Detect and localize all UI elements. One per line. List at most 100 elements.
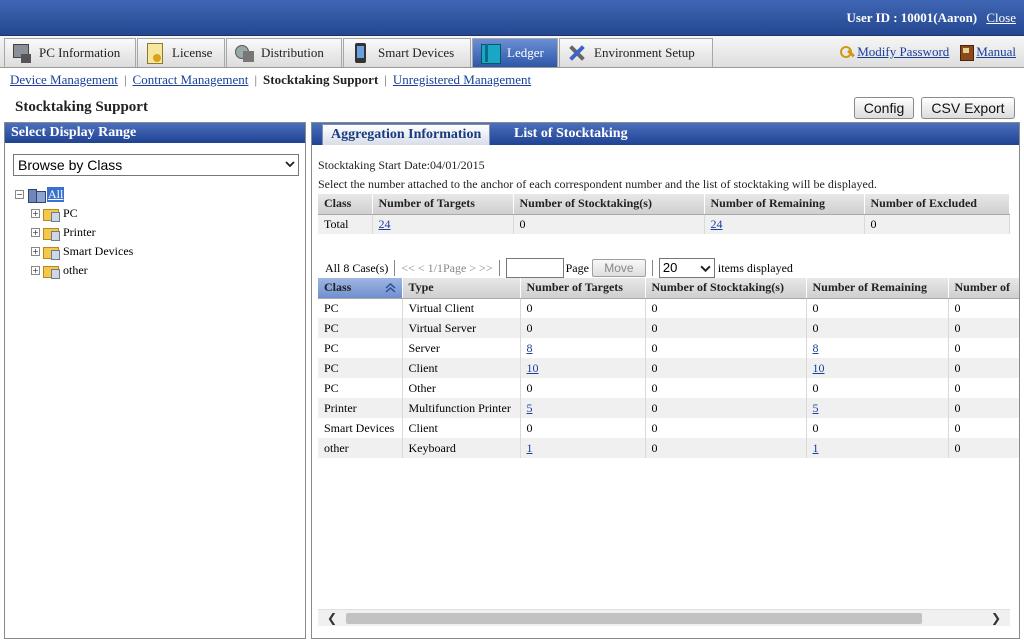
modify-password-link[interactable]: Modify Password [857, 44, 949, 60]
cell-type: Server [402, 338, 521, 358]
detail-header-row: Class Type Number of Targets Number of S… [318, 278, 1019, 299]
cell-stocktaking: 0 [645, 418, 807, 438]
tree-node-smart-devices[interactable]: + Smart Devices [31, 244, 133, 260]
targets-count-link[interactable]: 8 [527, 341, 533, 355]
license-icon [144, 42, 166, 64]
expand-icon[interactable]: + [31, 247, 40, 256]
subnav-device-management[interactable]: Device Management [10, 72, 118, 87]
cell-stocktaking: 0 [513, 214, 705, 234]
tab-environment-setup[interactable]: Environment Setup [559, 38, 713, 67]
subnav-contract-management[interactable]: Contract Management [133, 72, 249, 87]
column-header-stocktaking[interactable]: Number of Stocktaking(s) [645, 278, 807, 299]
remaining-count-link[interactable]: 1 [813, 441, 819, 455]
tab-label: Smart Devices [378, 45, 455, 60]
cell-type: Client [402, 418, 521, 438]
remaining-count-link[interactable]: 24 [711, 217, 723, 231]
cell-class: PC [318, 338, 403, 358]
tab-smart-devices[interactable]: Smart Devices [343, 38, 471, 67]
page-title: Stocktaking Support [15, 99, 148, 115]
horizontal-scrollbar[interactable]: ❮ ❯ [318, 609, 1010, 626]
page-number-input[interactable] [505, 258, 564, 278]
column-header-targets[interactable]: Number of Targets [520, 278, 646, 299]
tree-label[interactable]: Printer [63, 225, 96, 240]
cell-class: PC [318, 378, 403, 398]
instruction-text: Select the number attached to the anchor… [318, 177, 877, 191]
tree-node-printer[interactable]: + Printer [31, 225, 96, 241]
cell-class: PC [318, 298, 403, 318]
cell-targets: 0 [520, 318, 646, 338]
sub-navigation: Device Management | Contract Management | St… [10, 72, 531, 88]
remaining-count-link[interactable]: 5 [813, 401, 819, 415]
top-bar: User ID : 10001(Aaron) Close [0, 0, 1024, 36]
close-link[interactable]: Close [986, 10, 1016, 25]
cell-stocktaking: 0 [645, 438, 807, 458]
items-per-page-select[interactable]: 20 [658, 258, 715, 278]
collapse-icon[interactable]: − [15, 190, 24, 199]
tree-label[interactable]: Smart Devices [63, 244, 133, 259]
targets-count-link[interactable]: 24 [379, 217, 391, 231]
cell-targets: 0 [520, 298, 646, 318]
summary-table: Class Number of Targets Number of Stockt… [318, 194, 1010, 234]
csv-export-button[interactable]: CSV Export [921, 97, 1015, 119]
tab-pc-information[interactable]: PC Information [4, 38, 136, 67]
content-tab-bar: Aggregation Information List of Stocktak… [312, 123, 1019, 145]
expand-icon[interactable]: + [31, 266, 40, 275]
manual-book-icon [959, 45, 975, 61]
key-icon [840, 45, 854, 59]
column-header-type[interactable]: Type [402, 278, 521, 299]
scroll-left-icon[interactable]: ❮ [322, 610, 342, 627]
tree-label[interactable]: PC [63, 206, 78, 221]
tree-label[interactable]: All [47, 187, 65, 202]
tree-node-other[interactable]: + other [31, 263, 88, 279]
expand-icon[interactable]: + [31, 228, 40, 237]
table-row: Smart Devices Client 0 0 0 0 [318, 418, 1019, 438]
targets-count-link[interactable]: 10 [527, 361, 539, 375]
manual-link[interactable]: Manual [976, 44, 1016, 60]
table-row: Printer Multifunction Printer 5 0 5 0 [318, 398, 1019, 418]
subnav-unregistered-management[interactable]: Unregistered Management [393, 72, 531, 87]
tab-list-of-stocktaking[interactable]: List of Stocktaking [506, 124, 636, 145]
tab-label: Ledger [507, 45, 544, 60]
cell-class: Smart Devices [318, 418, 403, 438]
tab-distribution[interactable]: Distribution [226, 38, 342, 67]
expand-icon[interactable]: + [31, 209, 40, 218]
cell-targets: 0 [520, 418, 646, 438]
tree-node-pc[interactable]: + PC [31, 206, 78, 222]
remaining-count-link[interactable]: 8 [813, 341, 819, 355]
tools-icon [566, 42, 588, 64]
browse-by-value: Browse by Class [18, 157, 123, 173]
panel-title: Select Display Range [5, 123, 305, 143]
cell-excluded: 0 [948, 398, 1019, 418]
top-links: Modify Password Manual [840, 44, 1016, 61]
user-id-label: User ID : 10001(Aaron) [846, 10, 978, 25]
targets-count-link[interactable]: 1 [527, 441, 533, 455]
column-header-remaining[interactable]: Number of Remaining [806, 278, 949, 299]
browse-by-select[interactable]: Browse by Class [13, 154, 299, 176]
tree-label[interactable]: other [63, 263, 88, 278]
column-header-excluded[interactable]: Number of [948, 278, 1019, 299]
column-header: Number of Targets [372, 194, 514, 215]
sort-ascending-icon[interactable] [385, 282, 396, 294]
remaining-count-link[interactable]: 10 [813, 361, 825, 375]
move-button[interactable]: Move [591, 259, 646, 277]
user-info: User ID : 10001(Aaron) Close [847, 10, 1016, 26]
folder-icon [43, 264, 60, 279]
config-button[interactable]: Config [854, 97, 914, 119]
column-header: Number of Stocktaking(s) [513, 194, 705, 215]
cell-class: other [318, 438, 403, 458]
targets-count-link[interactable]: 5 [527, 401, 533, 415]
cell-class: PC [318, 358, 403, 378]
tab-license[interactable]: License [137, 38, 225, 67]
cell-type: Client [402, 358, 521, 378]
tree-node-all[interactable]: − All [15, 187, 65, 203]
tab-ledger[interactable]: Ledger [472, 38, 558, 67]
table-row: PC Virtual Server 0 0 0 0 [318, 318, 1019, 338]
column-header-class[interactable]: Class [318, 278, 403, 299]
cell-remaining: 0 [806, 318, 949, 338]
chevron-down-icon [285, 161, 295, 168]
scrollbar-thumb[interactable] [346, 613, 922, 624]
cell-targets: 0 [520, 378, 646, 398]
tab-aggregation-information[interactable]: Aggregation Information [322, 124, 491, 145]
scroll-right-icon[interactable]: ❯ [986, 610, 1006, 627]
tab-label: Distribution [261, 45, 324, 60]
